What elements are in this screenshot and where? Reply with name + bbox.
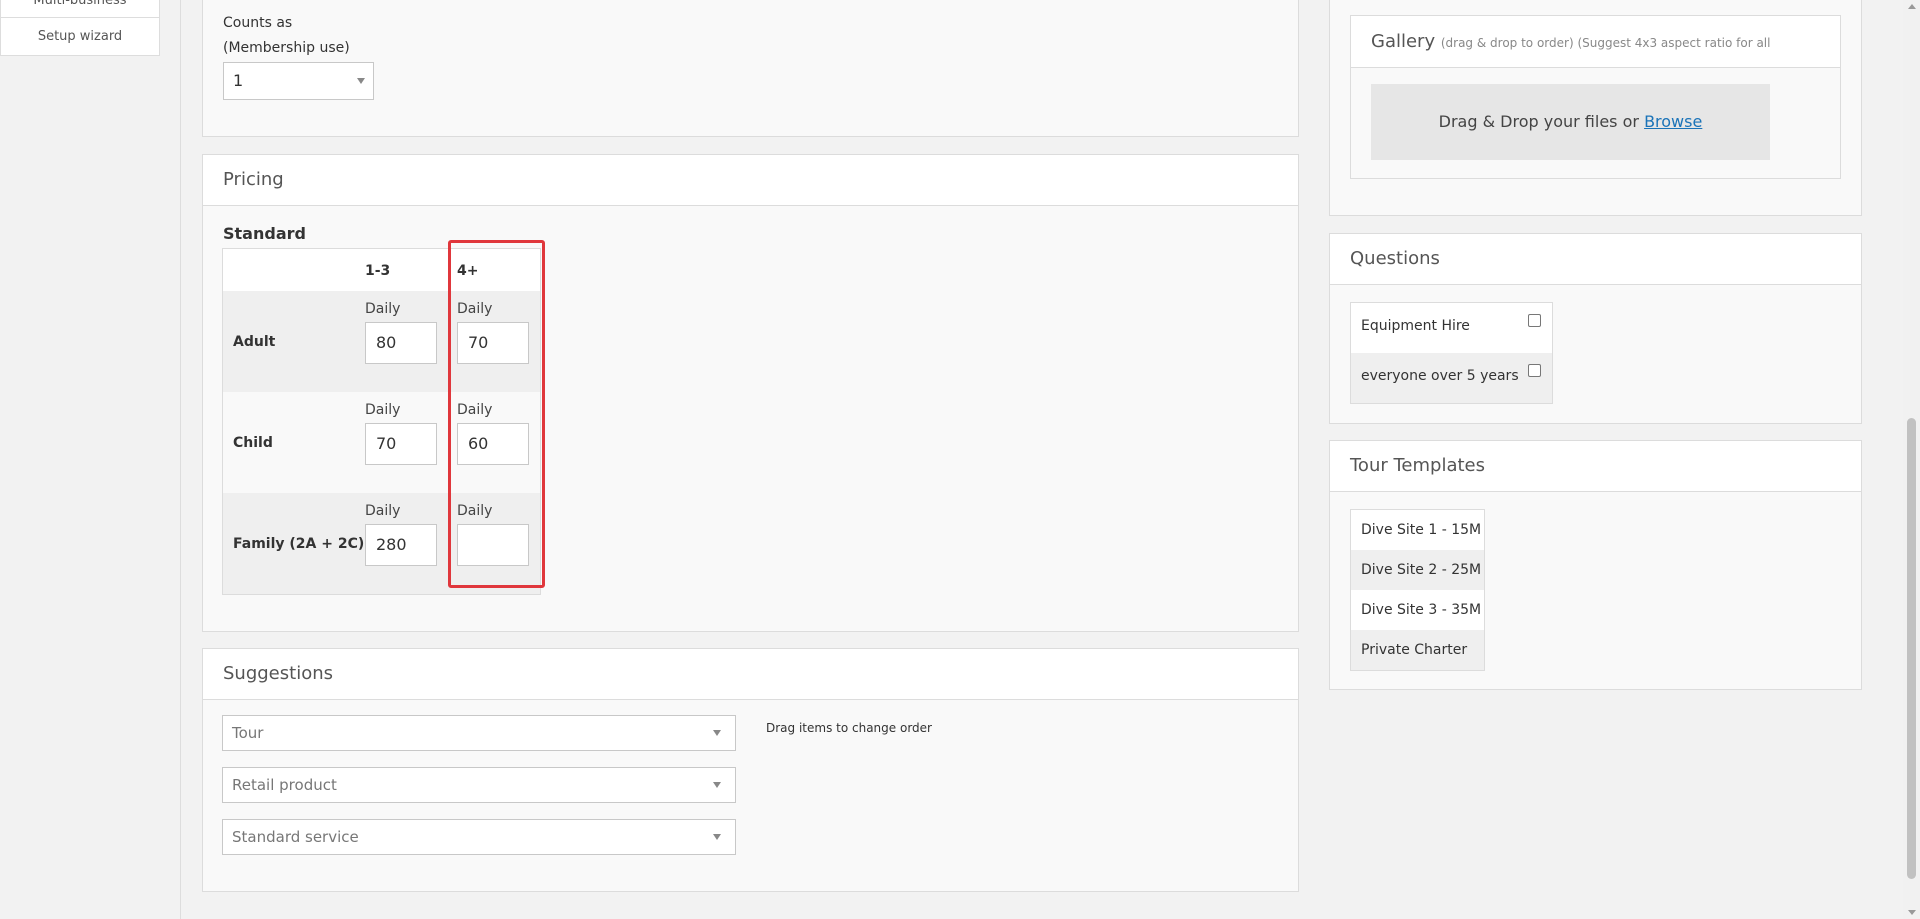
pricing-section-title: Standard <box>223 224 306 243</box>
counts-label-line1: Counts as <box>223 15 293 31</box>
suggestions-title: Suggestions <box>203 649 1298 700</box>
row-label: Family (2A + 2C) <box>233 535 365 552</box>
price-input-child-1-3[interactable]: 70 <box>365 423 437 465</box>
suggestions-hint: Drag items to change order <box>766 721 932 735</box>
nav-item-setup-wizard[interactable]: Setup wizard <box>0 18 160 56</box>
tour-select[interactable]: Tour <box>222 715 736 751</box>
chevron-down-icon <box>357 78 365 84</box>
price-cell: Daily 70 <box>365 402 437 465</box>
nav-divider <box>180 0 181 919</box>
row-label: Child <box>233 434 273 451</box>
nav-item-multi-business[interactable]: Multi-business <box>0 0 160 18</box>
counts-select-value: 1 <box>233 71 244 90</box>
price-cell: Daily 80 <box>365 301 437 364</box>
row-label: Adult <box>233 333 276 350</box>
counts-label-line2: (Membership use) <box>223 40 350 56</box>
tour-template-item[interactable]: Dive Site 2 - 25M <box>1351 550 1484 590</box>
period-label: Daily <box>365 301 401 317</box>
retail-product-select[interactable]: Retail product <box>222 767 736 803</box>
tour-template-item[interactable]: Dive Site 1 - 15M <box>1351 510 1484 550</box>
question-checkbox[interactable] <box>1528 314 1541 327</box>
pricing-title: Pricing <box>203 155 1298 206</box>
browse-link[interactable]: Browse <box>1644 112 1702 131</box>
price-input-family-1-3[interactable]: 280 <box>365 524 437 566</box>
tour-template-item[interactable]: Private Charter <box>1351 630 1484 670</box>
question-label: everyone over 5 years <box>1361 368 1519 384</box>
scroll-down-icon[interactable] <box>1908 910 1916 915</box>
left-nav: Multi-business Setup wizard <box>0 0 160 919</box>
questions-list: Equipment Hire everyone over 5 years <box>1350 302 1553 404</box>
price-cell: Daily 280 <box>365 503 437 566</box>
gallery-title: Gallery <box>1371 31 1436 52</box>
period-label: Daily <box>365 402 401 418</box>
price-input-adult-1-3[interactable]: 80 <box>365 322 437 364</box>
retail-product-placeholder: Retail product <box>232 776 337 794</box>
questions-title: Questions <box>1330 234 1861 285</box>
standard-service-select[interactable]: Standard service <box>222 819 736 855</box>
highlight-box <box>448 240 545 588</box>
gallery-box: Gallery (drag & drop to order) (Suggest … <box>1350 15 1841 179</box>
tour-templates-list: Dive Site 1 - 15M Dive Site 2 - 25M Dive… <box>1350 509 1485 671</box>
question-item: Equipment Hire <box>1351 303 1552 353</box>
scroll-up-icon[interactable] <box>1908 4 1916 9</box>
column-header-1-3: 1-3 <box>365 263 391 279</box>
tour-select-placeholder: Tour <box>232 724 264 742</box>
tour-template-item[interactable]: Dive Site 3 - 35M <box>1351 590 1484 630</box>
tour-templates-title: Tour Templates <box>1330 441 1861 492</box>
chevron-down-icon <box>713 730 721 736</box>
chevron-down-icon <box>713 834 721 840</box>
question-item: everyone over 5 years <box>1351 353 1552 403</box>
counts-select[interactable]: 1 <box>223 62 374 100</box>
scrollbar-thumb[interactable] <box>1907 418 1916 879</box>
page-scrollbar[interactable] <box>1903 0 1920 919</box>
standard-service-placeholder: Standard service <box>232 828 359 846</box>
question-label: Equipment Hire <box>1361 318 1470 334</box>
counts-panel: Counts as (Membership use) 1 <box>202 0 1299 137</box>
period-label: Daily <box>365 503 401 519</box>
gallery-header: Gallery (drag & drop to order) (Suggest … <box>1351 16 1840 103</box>
file-dropzone[interactable]: Drag & Drop your files or Browse <box>1371 84 1770 160</box>
chevron-down-icon <box>713 782 721 788</box>
dropzone-text: Drag & Drop your files or <box>1438 112 1639 131</box>
question-checkbox[interactable] <box>1528 364 1541 377</box>
